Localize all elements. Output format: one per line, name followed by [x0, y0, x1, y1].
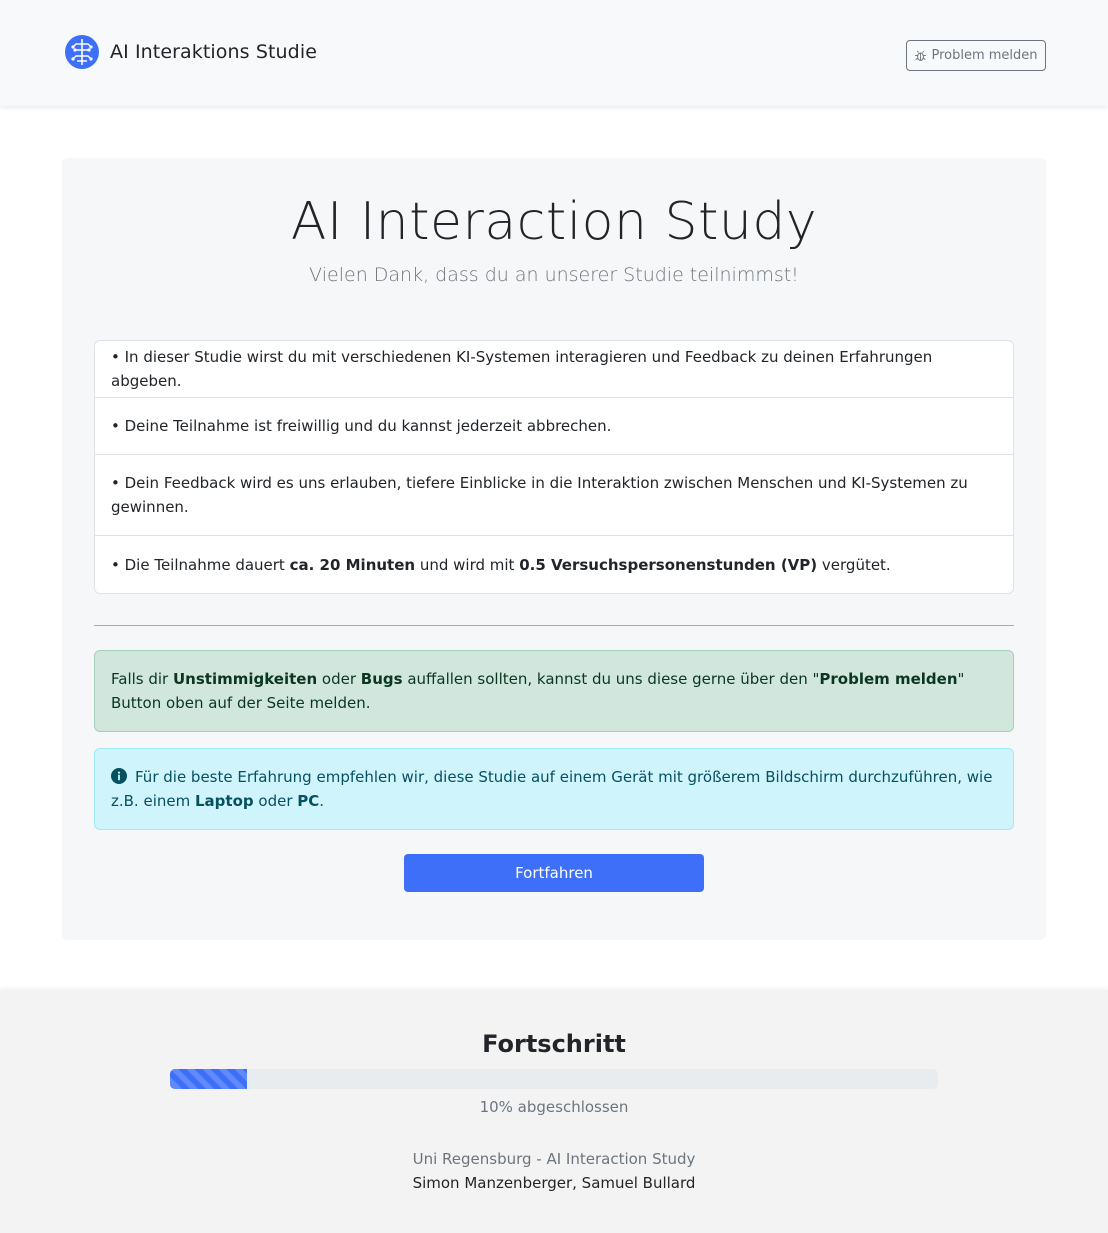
list-item-text: • Deine Teilnahme ist freiwillig und du … [111, 417, 612, 435]
alert-strong: Unstimmigkeiten [173, 670, 318, 688]
list-item: • In dieser Studie wirst du mit verschie… [95, 341, 1013, 398]
alert-strong: Bugs [360, 670, 403, 688]
progress-title: Fortschritt [482, 1030, 626, 1058]
footer-affiliation: Uni Regensburg - AI Interaction Study [412, 1150, 696, 1168]
list-item-text: • Die Teilnahme dauert ca. 20 Minuten un… [111, 553, 891, 577]
bug-icon [915, 50, 927, 61]
list-item: • Deine Teilnahme ist freiwillig und du … [95, 398, 1013, 455]
device-recommendation-alert: Für die beste Erfahrung empfehlen wir, d… [94, 748, 1014, 830]
alert-strong: Problem melden [819, 670, 958, 688]
duration-value: ca. 20 Minuten [289, 555, 416, 574]
duration-text-2: und wird mit [415, 555, 520, 574]
divider [94, 625, 1014, 626]
report-problem-label: Problem melden [931, 48, 1038, 63]
bug-report-alert: Falls dir Unstimmigkeiten oder Bugs auff… [94, 650, 1014, 732]
duration-text-1: • Die Teilnahme dauert [111, 555, 290, 574]
footer-authors: Simon Manzenberger, Samuel Bullard [412, 1174, 696, 1192]
alert-strong: PC [297, 792, 320, 810]
list-item: • Die Teilnahme dauert ca. 20 Minuten un… [95, 536, 1013, 593]
progress-bar [170, 1069, 938, 1089]
list-item-text: • In dieser Studie wirst du mit verschie… [111, 348, 933, 390]
brain-icon [65, 35, 99, 69]
duration-text-3: vergütet. [817, 555, 891, 574]
page-subtitle: Vielen Dank, dass du an unserer Studie t… [309, 264, 799, 286]
alert-text: . [319, 792, 325, 810]
report-problem-button[interactable]: Problem melden [906, 40, 1046, 71]
alert-text: oder [317, 670, 361, 688]
list-item: • Dein Feedback wird es uns erlauben, ti… [95, 455, 1013, 536]
alert-text: auffallen sollten, kannst du uns diese g… [402, 670, 820, 688]
continue-button[interactable]: Fortfahren [404, 854, 704, 892]
compensation-value: 0.5 Versuchspersonenstunden (VP) [519, 555, 818, 574]
info-list: • In dieser Studie wirst du mit verschie… [94, 340, 1014, 594]
progress-bar-fill [170, 1069, 247, 1089]
list-item-text: • Dein Feedback wird es uns erlauben, ti… [111, 474, 968, 516]
alert-text: Falls dir [111, 670, 173, 688]
brand[interactable]: AI Interaktions Studie [64, 34, 317, 70]
alert-text: oder [253, 792, 298, 810]
brand-title: AI Interaktions Studie [110, 41, 317, 63]
navbar: AI Interaktions Studie Problem melden [0, 0, 1108, 106]
alert-strong: Laptop [194, 792, 254, 810]
progress-text: 10% abgeschlossen [479, 1098, 629, 1116]
page-title: AI Interaction Study [290, 192, 818, 252]
info-circle-icon [111, 768, 127, 784]
